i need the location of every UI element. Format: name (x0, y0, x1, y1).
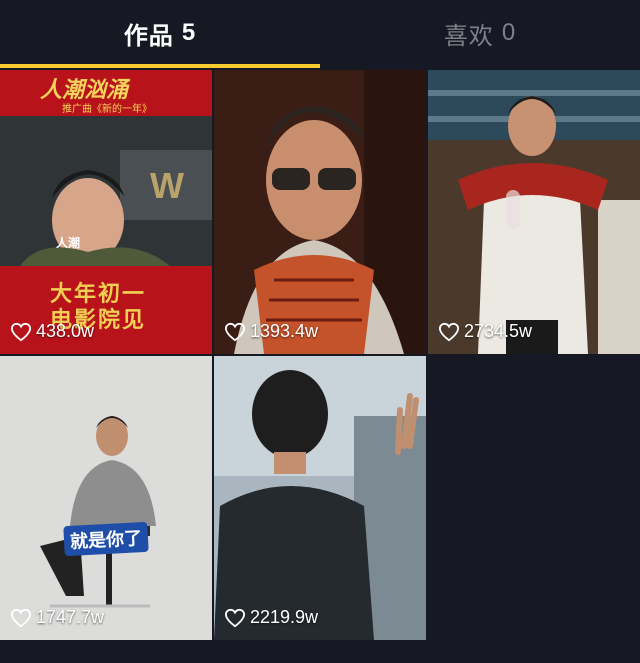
tab-works-count: 5 (181, 19, 197, 46)
like-count: 1393.4w (224, 321, 318, 342)
video-grid: W 人潮汹涌 推广曲《新的一年》 人潮 大年初一 电影院见 438.0w 139… (0, 70, 640, 640)
video-thumbnail-image (428, 70, 640, 354)
like-count-value: 2219.9w (250, 607, 319, 627)
like-count-value: 1747.7w (36, 607, 105, 627)
video-thumbnail-image (214, 70, 426, 354)
video-thumbnail-image (0, 356, 212, 640)
tab-likes-count: 0 (501, 19, 517, 46)
like-count-value: 438.0w (36, 321, 95, 341)
like-count: 2219.9w (224, 607, 318, 628)
like-count: 438.0w (10, 321, 94, 342)
video-thumbnail-3[interactable]: 2734.5w (428, 70, 640, 354)
like-count-value: 1393.4w (250, 321, 319, 341)
svg-text:W: W (150, 165, 184, 206)
name-tag-text: 人潮 (56, 236, 81, 250)
video-thumbnail-4[interactable]: 就是你了 1747.7w (0, 356, 212, 640)
video-thumbnail-5[interactable]: 2219.9w (214, 356, 426, 640)
like-count: 2734.5w (438, 321, 532, 342)
profile-tabs: 作品 5 喜欢 0 (0, 0, 640, 70)
video-thumbnail-image (214, 356, 426, 640)
heart-outline-icon (224, 322, 246, 341)
heart-outline-icon (10, 608, 32, 627)
like-count-value: 2734.5w (464, 321, 533, 341)
tab-likes[interactable]: 喜欢 0 (320, 0, 640, 66)
like-count: 1747.7w (10, 607, 104, 628)
video-thumbnail-1[interactable]: W 人潮汹涌 推广曲《新的一年》 人潮 大年初一 电影院见 438.0w (0, 70, 212, 354)
active-tab-indicator (0, 64, 320, 68)
heart-outline-icon (438, 322, 460, 341)
movie-subtitle-text: 推广曲《新的一年》 (62, 104, 152, 115)
heart-outline-icon (10, 322, 32, 341)
tab-likes-label: 喜欢 (443, 22, 494, 50)
tab-works[interactable]: 作品 5 (0, 0, 320, 66)
tab-works-label: 作品 (123, 22, 174, 50)
video-thumbnail-2[interactable]: 1393.4w (214, 70, 426, 354)
video-caption-sticker: 就是你了 (63, 521, 149, 557)
heart-outline-icon (224, 608, 246, 627)
